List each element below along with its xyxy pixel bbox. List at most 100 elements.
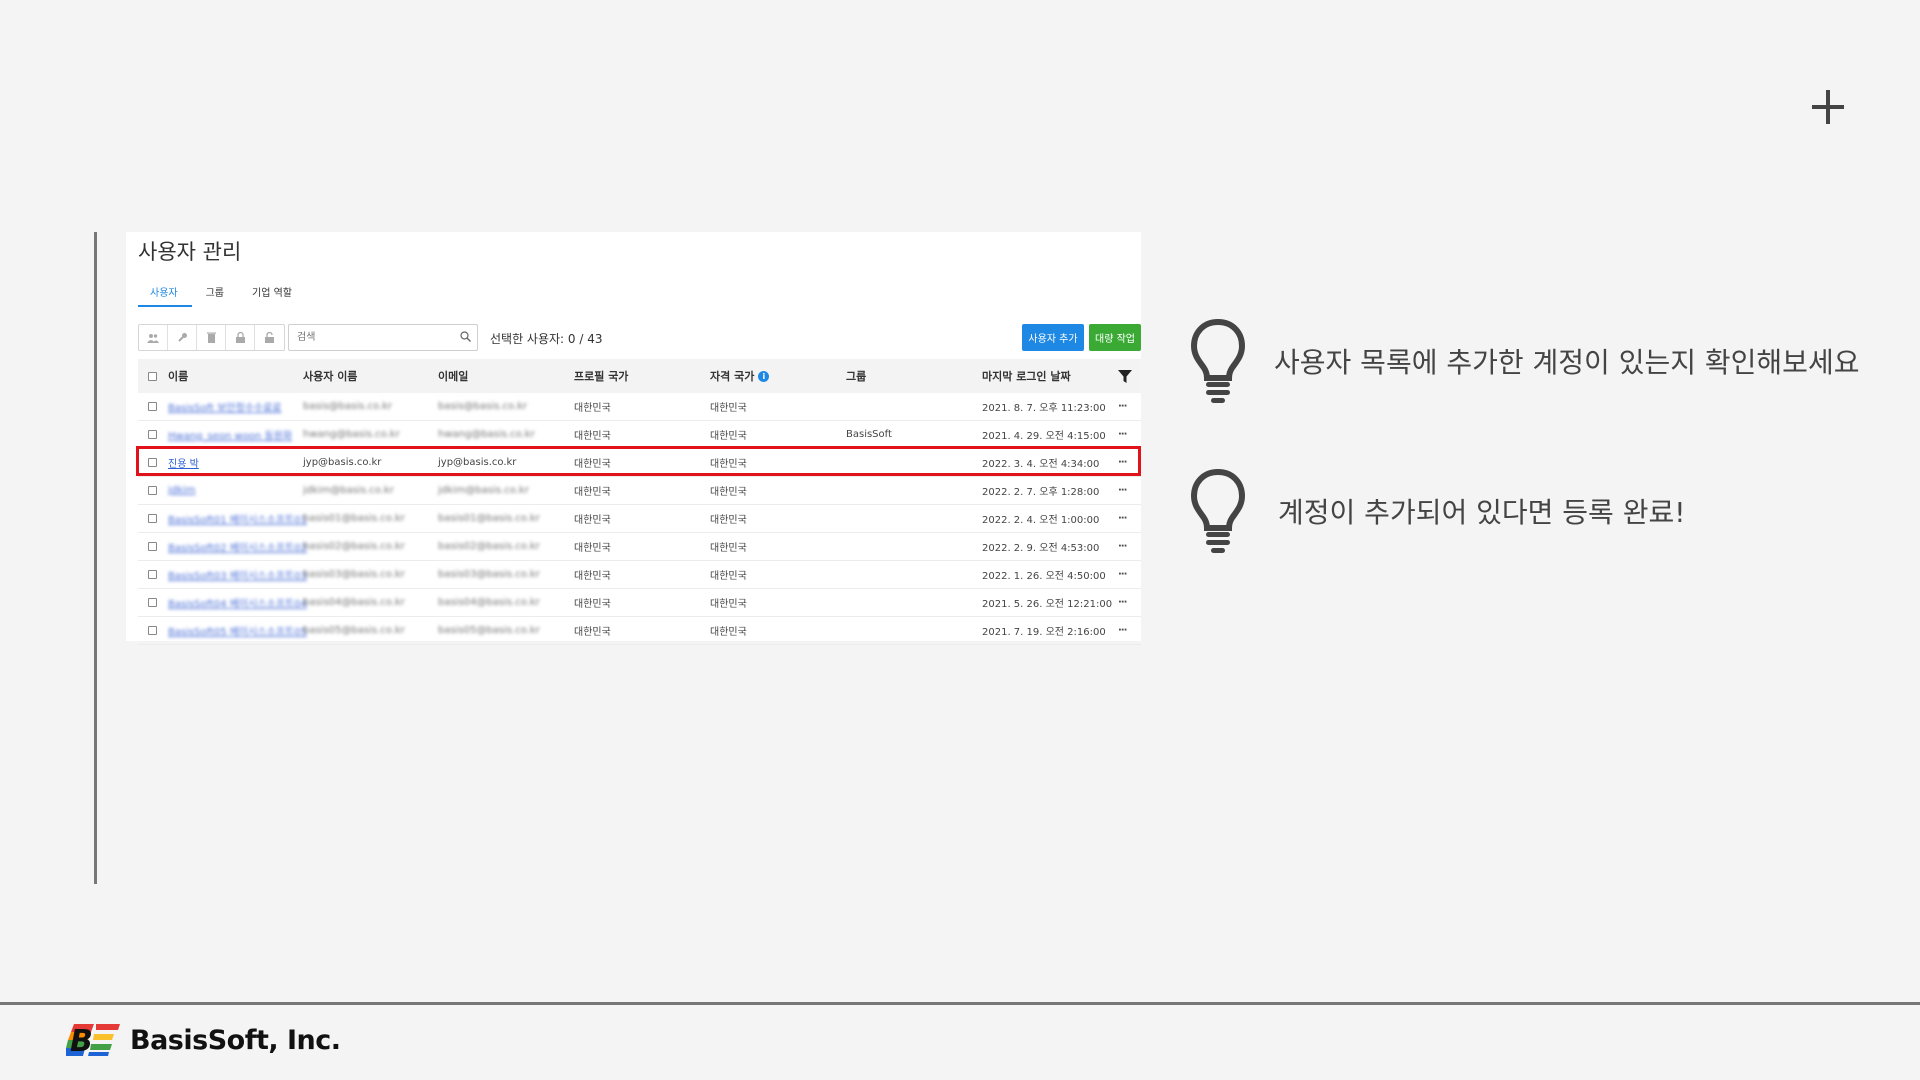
- table-row[interactable]: jdkim jdkim@basis.co.kr jdkim@basis.co.kr 대…: [138, 477, 1141, 505]
- cell-name: BasisSoft01 베이시스소프트01: [168, 505, 307, 532]
- row-checkbox-cell: [148, 617, 157, 644]
- table-row[interactable]: BasisSoft 보안정수수료료 basis@basis.co.kr basis@…: [138, 393, 1141, 421]
- cell-name: Hwang_seon woon 동원화: [168, 421, 292, 448]
- cell-credential-country: 대한민국: [710, 393, 747, 420]
- cell-email: hwang@basis.co.kr: [438, 421, 535, 448]
- action-icon-group: [138, 324, 285, 351]
- svg-text:B: B: [70, 1024, 93, 1056]
- table-row[interactable]: BasisSoft01 베이시스소프트01 basis01@basis.co.kr…: [138, 505, 1141, 533]
- cell-name-text[interactable]: BasisSoft 보안정수수료료: [168, 399, 282, 414]
- cell-username: basis02@basis.co.kr: [303, 533, 405, 560]
- select-all-checkbox[interactable]: [148, 371, 157, 381]
- cell-username-text: basis@basis.co.kr: [303, 401, 393, 412]
- cell-username: jyp@basis.co.kr: [303, 449, 381, 476]
- cell-last-login: 2022. 2. 9. 오전 4:53:00: [982, 533, 1099, 560]
- table-row[interactable]: BasisSoft04 베이시스소프트04 basis04@basis.co.kr…: [138, 589, 1141, 617]
- add-user-button[interactable]: 사용자 추가: [1022, 324, 1084, 351]
- row-checkbox[interactable]: [148, 402, 157, 411]
- cell-credential-country-text: 대한민국: [710, 487, 747, 498]
- cell-credential-country-text: 대한민국: [710, 627, 747, 638]
- row-checkbox-cell: [148, 533, 157, 560]
- row-more-actions-icon[interactable]: ···: [1118, 421, 1127, 448]
- table-row[interactable]: 진용 박 jyp@basis.co.kr jyp@basis.co.kr 대한민국 대한…: [138, 449, 1141, 477]
- header-credential-country[interactable]: 자격 국가: [710, 368, 754, 384]
- row-checkbox[interactable]: [148, 486, 157, 495]
- cell-profile-country: 대한민국: [574, 617, 611, 644]
- table-row[interactable]: Hwang_seon woon 동원화 hwang@basis.co.kr hwan…: [138, 421, 1141, 449]
- row-checkbox-cell: [148, 589, 157, 616]
- header-email[interactable]: 이메일: [438, 359, 468, 393]
- cell-name: BasisSoft02 베이시스소프트02: [168, 533, 307, 560]
- bulk-action-button[interactable]: 대량 작업: [1089, 324, 1141, 351]
- row-more-actions-icon[interactable]: ···: [1118, 617, 1127, 644]
- header-last-login[interactable]: 마지막 로그인 날짜: [982, 359, 1071, 393]
- tab-users[interactable]: 사용자: [138, 284, 192, 307]
- toolbar: 선택한 사용자: 0 / 43 사용자 추가 대량 작업: [138, 324, 1141, 352]
- row-checkbox[interactable]: [148, 570, 157, 579]
- cell-name-text[interactable]: jdkim: [168, 485, 195, 496]
- row-checkbox[interactable]: [148, 598, 157, 607]
- row-checkbox[interactable]: [148, 626, 157, 635]
- tab-bar: 사용자 그룹 기업 역할: [138, 284, 306, 307]
- cell-last-login-text: 2021. 7. 19. 오전 2:16:00: [982, 627, 1106, 638]
- filter-icon[interactable]: [1118, 369, 1132, 383]
- tip-1: 사용자 목록에 추가한 계정이 있는지 확인해보세요: [1190, 318, 1859, 404]
- cell-email: jdkim@basis.co.kr: [438, 477, 529, 504]
- row-more-actions-icon[interactable]: ···: [1118, 533, 1127, 560]
- cell-username-text: jdkim@basis.co.kr: [303, 485, 394, 496]
- lightbulb-icon: [1190, 318, 1246, 403]
- cell-name-text[interactable]: BasisSoft01 베이시스소프트01: [168, 511, 307, 526]
- cell-name-text[interactable]: BasisSoft03 베이시스소프트03: [168, 567, 307, 582]
- row-checkbox[interactable]: [148, 430, 157, 439]
- cell-username-text: basis02@basis.co.kr: [303, 541, 405, 552]
- cell-name-text[interactable]: 진용 박: [168, 455, 199, 470]
- header-credential-country-cell: 자격 국가 i: [710, 359, 770, 393]
- cell-profile-country-text: 대한민국: [574, 515, 611, 526]
- cell-username-text: basis03@basis.co.kr: [303, 569, 405, 580]
- info-icon[interactable]: i: [758, 370, 770, 382]
- lock-icon[interactable]: [226, 325, 255, 350]
- cell-name-text[interactable]: Hwang_seon woon 동원화: [168, 427, 292, 442]
- tab-enterprise-roles[interactable]: 기업 역할: [238, 284, 306, 307]
- header-name[interactable]: 이름: [168, 359, 188, 393]
- search-icon[interactable]: [460, 331, 471, 342]
- row-more-actions-icon[interactable]: ···: [1118, 393, 1127, 420]
- header-checkbox-cell: [148, 359, 157, 393]
- table-row[interactable]: BasisSoft02 베이시스소프트02 basis02@basis.co.kr…: [138, 533, 1141, 561]
- row-checkbox[interactable]: [148, 458, 157, 467]
- search-input[interactable]: [289, 325, 449, 350]
- cell-name-text[interactable]: BasisSoft05 베이시스소프트05: [168, 623, 307, 638]
- unlock-icon[interactable]: [255, 325, 284, 350]
- header-profile-country[interactable]: 프로필 국가: [574, 359, 628, 393]
- cell-email-text: basis03@basis.co.kr: [438, 569, 540, 580]
- cell-name-text[interactable]: BasisSoft02 베이시스소프트02: [168, 539, 307, 554]
- header-username[interactable]: 사용자 이름: [303, 359, 357, 393]
- row-checkbox-cell: [148, 449, 157, 476]
- row-checkbox[interactable]: [148, 542, 157, 551]
- tab-groups[interactable]: 그룹: [192, 284, 238, 307]
- cell-name-text[interactable]: BasisSoft04 베이시스소프트04: [168, 595, 307, 610]
- company-logo: B BasisSoft, Inc.: [66, 1024, 341, 1056]
- table-row[interactable]: BasisSoft05 베이시스소프트05 basis05@basis.co.kr…: [138, 617, 1141, 645]
- row-more-actions-icon[interactable]: ···: [1118, 505, 1127, 532]
- cell-email-text: hwang@basis.co.kr: [438, 429, 535, 440]
- cell-profile-country: 대한민국: [574, 421, 611, 448]
- row-more-actions-icon[interactable]: ···: [1118, 477, 1127, 504]
- row-more-actions-icon[interactable]: ···: [1118, 589, 1127, 616]
- cell-last-login-text: 2022. 2. 9. 오전 4:53:00: [982, 543, 1100, 554]
- row-checkbox-cell: [148, 421, 157, 448]
- wrench-icon[interactable]: [168, 325, 197, 350]
- trash-icon[interactable]: [197, 325, 226, 350]
- cell-email: basis05@basis.co.kr: [438, 617, 540, 644]
- cell-credential-country-text: 대한민국: [710, 459, 747, 470]
- cell-last-login-text: 2021. 4. 29. 오전 4:15:00: [982, 431, 1106, 442]
- row-checkbox[interactable]: [148, 514, 157, 523]
- cell-name: jdkim: [168, 477, 195, 504]
- row-more-actions-icon[interactable]: ···: [1118, 561, 1127, 588]
- row-more-actions-icon[interactable]: ···: [1118, 449, 1127, 476]
- table-row[interactable]: BasisSoft03 베이시스소프트03 basis03@basis.co.kr…: [138, 561, 1141, 589]
- user-group-icon[interactable]: [139, 325, 168, 350]
- header-group[interactable]: 그룹: [846, 359, 866, 393]
- cell-username: basis05@basis.co.kr: [303, 617, 405, 644]
- cell-last-login-text: 2022. 1. 26. 오전 4:50:00: [982, 571, 1106, 582]
